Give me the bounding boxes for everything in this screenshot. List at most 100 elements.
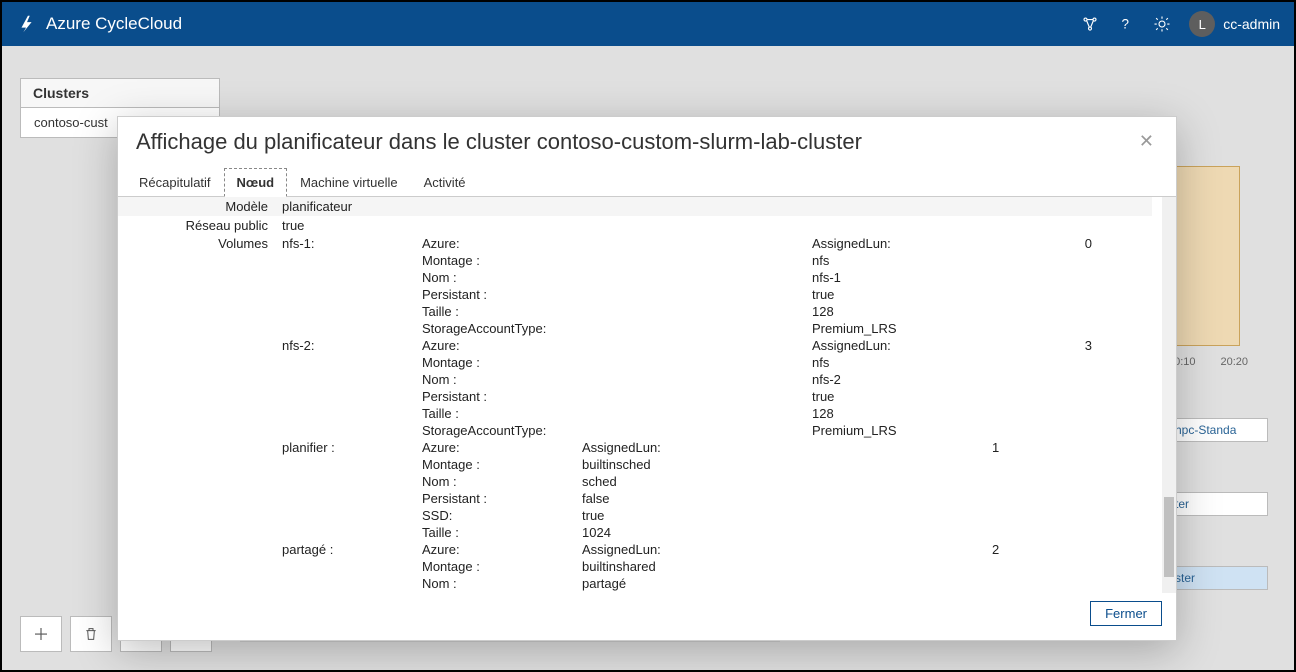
volume-prop-key: Nom :: [418, 473, 578, 490]
volume-row: planifier :Azure:AssignedLun: 1: [118, 439, 1152, 456]
bg-link-selected[interactable]: ster: [1168, 566, 1268, 590]
volume-prop-row: Persistant :false: [118, 490, 1152, 507]
volume-prop-row: Montage :nfs: [118, 354, 1152, 371]
volume-prop-value: Premium_LRS: [808, 320, 988, 337]
app-logo[interactable]: Azure CycleCloud: [16, 13, 182, 35]
app-header: Azure CycleCloud ? L cc-admin: [2, 2, 1294, 46]
field-label-volumes: [118, 337, 278, 354]
assigned-lun-label: AssignedLun:: [578, 541, 808, 558]
svg-text:?: ?: [1122, 17, 1130, 32]
volume-prop-row: Taille : 128: [118, 303, 1152, 320]
assigned-lun-label: AssignedLun:: [578, 439, 808, 456]
volume-prop-value: [808, 456, 988, 473]
volume-prop-key: Nom :: [418, 371, 578, 388]
volume-prop-row: Nom : nfs-1: [118, 269, 1152, 286]
tick-label: 20:20: [1220, 356, 1248, 368]
volume-prop-value: 1024: [578, 524, 808, 541]
bg-link[interactable]: hpc-Standa: [1168, 418, 1268, 442]
volume-prop-row: Persistant : true: [118, 388, 1152, 405]
node-dialog: Affichage du planificateur dans le clust…: [117, 116, 1177, 641]
volume-prop-value: 128: [808, 303, 988, 320]
tab-summary[interactable]: Récapitulatif: [126, 168, 224, 196]
field-label-volumes: Volumes: [118, 235, 278, 252]
volume-prop-value: [808, 558, 988, 575]
volume-prop-key: Montage :: [418, 456, 578, 473]
vertical-scrollbar[interactable]: [1162, 197, 1176, 593]
clusters-tab[interactable]: Clusters: [21, 79, 219, 108]
avatar: L: [1189, 11, 1215, 37]
volume-prop-key: Persistant :: [418, 286, 578, 303]
volume-prop-value: [808, 473, 988, 490]
gear-icon[interactable]: [1153, 15, 1171, 33]
assigned-lun-value: 1: [988, 439, 1152, 456]
volume-prop-key: SSD:: [418, 507, 578, 524]
volume-prop-key: Montage :: [418, 252, 578, 269]
volume-prop-value: [808, 524, 988, 541]
volume-prop-key: Persistant :: [418, 490, 578, 507]
tab-vm[interactable]: Machine virtuelle: [287, 168, 411, 196]
field-label-model: Modèle: [118, 197, 278, 216]
scrollbar-thumb[interactable]: [1164, 497, 1174, 577]
tab-activity[interactable]: Activité: [411, 168, 479, 196]
field-label-public-network: Réseau public: [118, 216, 278, 235]
username: cc-admin: [1223, 16, 1280, 32]
field-value-public-network: true: [278, 216, 1152, 235]
tab-node[interactable]: Nœud: [224, 168, 288, 197]
volume-prop-key: Taille :: [418, 303, 578, 320]
volume-prop-row: Nom :sched: [118, 473, 1152, 490]
volume-prop-value: nfs: [808, 354, 988, 371]
volume-azure-label: Azure:: [418, 235, 578, 252]
volume-prop-key: Nom :: [418, 269, 578, 286]
help-icon[interactable]: ?: [1117, 15, 1135, 33]
volume-azure-label: Azure:: [418, 337, 578, 354]
volume-prop-key: StorageAccountType:: [418, 320, 578, 337]
volume-row: Volumesnfs-1:Azure:AssignedLun:0: [118, 235, 1152, 252]
volume-prop-value: true: [578, 592, 808, 593]
volume-prop-value: [808, 490, 988, 507]
volume-prop-row: Nom : nfs-2: [118, 371, 1152, 388]
user-menu[interactable]: L cc-admin: [1189, 11, 1280, 37]
volume-prop-value: nfs-1: [808, 269, 988, 286]
volume-prop-row: Nom :partagé: [118, 575, 1152, 592]
close-icon[interactable]: ✕: [1135, 127, 1158, 156]
azure-logo-icon: [16, 13, 38, 35]
volume-row: nfs-2:Azure:AssignedLun:3: [118, 337, 1152, 354]
volume-prop-row: Montage :builtinshared: [118, 558, 1152, 575]
dialog-title: Affichage du planificateur dans le clust…: [136, 129, 1135, 155]
delete-button[interactable]: [70, 616, 112, 652]
dialog-content: Modèle planificateur Réseau public true …: [118, 197, 1176, 593]
volume-prop-value: true: [808, 388, 988, 405]
usage-chart: [1168, 166, 1240, 346]
assigned-lun-value: 2: [988, 541, 1152, 558]
add-button[interactable]: [20, 616, 62, 652]
volume-name: nfs-2:: [278, 337, 418, 354]
volume-prop-value: false: [578, 490, 808, 507]
main-region: Clusters contoso-cust 20:10 20:20 hpc-St…: [2, 46, 1294, 670]
volume-prop-key: Persistant :: [418, 388, 578, 405]
volume-prop-value: [808, 507, 988, 524]
volume-prop-key: Taille :: [418, 405, 578, 422]
volume-name: planifier :: [278, 439, 418, 456]
connections-icon[interactable]: [1081, 15, 1099, 33]
close-button[interactable]: Fermer: [1090, 601, 1162, 626]
field-label-volumes: [118, 541, 278, 558]
volume-prop-row: Montage : nfs: [118, 252, 1152, 269]
volume-prop-value: nfs: [808, 252, 988, 269]
dialog-tabs: Récapitulatif Nœud Machine virtuelle Act…: [118, 168, 1176, 197]
background-chart-area: 20:10 20:20 hpc-Standa ter ster: [1168, 166, 1268, 590]
volume-prop-row: Taille :1024: [118, 524, 1152, 541]
volume-azure-label: Azure:: [418, 541, 578, 558]
volume-prop-row: StorageAccountType: Premium_LRS: [118, 320, 1152, 337]
volume-prop-value: true: [808, 286, 988, 303]
bg-link[interactable]: ter: [1168, 492, 1268, 516]
volume-prop-row: Persistant :true: [118, 592, 1152, 593]
volume-prop-value: nfs-2: [808, 371, 988, 388]
assigned-lun-value: 0: [988, 235, 1152, 252]
volume-prop-key: Persistant :: [418, 592, 578, 593]
volume-prop-row: SSD:true: [118, 507, 1152, 524]
volume-prop-value: builtinsched: [578, 456, 808, 473]
volume-azure-label: Azure:: [418, 439, 578, 456]
volume-name: nfs-1:: [278, 235, 418, 252]
assigned-lun-value: 3: [988, 337, 1152, 354]
volume-prop-row: Taille :128: [118, 405, 1152, 422]
